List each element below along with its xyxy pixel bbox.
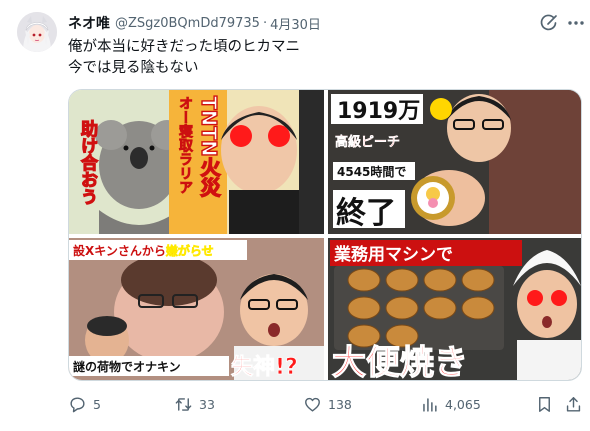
share-icon xyxy=(564,395,589,414)
post-text-line-2: 今では見る陰もない xyxy=(68,60,199,76)
thumb-bl-bottom-big: 失神!? xyxy=(231,354,298,380)
like-button[interactable]: 138 xyxy=(303,393,352,415)
thumbnail-top-right[interactable]: 1919万 高級ピーチ 4545時間で 終了 xyxy=(328,90,582,234)
thumb-tr-hours: 4545時間で xyxy=(337,164,406,179)
repost-icon xyxy=(174,395,199,414)
thumbnail-bottom-right[interactable]: 業務用マシンで 大便焼き xyxy=(328,238,582,381)
more-icon[interactable] xyxy=(566,13,586,33)
thumb-bl-bottom-caption: 謎の荷物でオナキン xyxy=(73,359,181,374)
bookmark-icon xyxy=(535,395,560,414)
thumbnail-top-left[interactable]: 助け合おう オー寝取ラリア TNTN火災 xyxy=(69,90,324,234)
avatar[interactable] xyxy=(17,12,57,52)
share-button[interactable] xyxy=(564,393,589,415)
separator-dot: · xyxy=(262,15,268,31)
author-name[interactable]: ネオ唯 xyxy=(68,13,110,33)
thumb-tr-count: 1919万 xyxy=(337,99,420,124)
thumbnail-bottom-left[interactable]: 設Xキンさんから嫌がらせ 謎の荷物でオナキン 失神!? xyxy=(69,238,324,381)
repost-count: 33 xyxy=(199,396,215,412)
thumb-bl-top-caption: 設Xキンさんから嫌がらせ xyxy=(73,243,214,258)
thumb-bl-top-caption-highlight: 嫌がらせ xyxy=(165,243,214,258)
like-icon xyxy=(303,395,328,414)
thumb-br-banner: 業務用マシンで xyxy=(334,244,453,265)
post-header: ネオ唯 @ZSgz0BQmDd79735 · 4月30日 xyxy=(68,13,321,33)
post-text-line-1: 俺が本当に好きだった頃のヒカマニ xyxy=(68,39,300,55)
repost-button[interactable]: 33 xyxy=(174,393,215,415)
thumb-bl-top-caption-prefix: 設Xキンさんから xyxy=(73,243,166,258)
post-text: 俺が本当に好きだった頃のヒカマニ 今では見る陰もない xyxy=(68,37,300,79)
thumb-tr-big-text: 終了 xyxy=(336,196,396,231)
bookmark-button[interactable] xyxy=(535,393,560,415)
thumb-tl-side-text: 助け合おう xyxy=(77,119,98,205)
reply-button[interactable]: 5 xyxy=(68,393,101,415)
views-icon xyxy=(420,395,445,414)
thumb-br-big-text: 大便焼き xyxy=(332,343,468,381)
post-date[interactable]: 4月30日 xyxy=(270,14,321,33)
like-count: 138 xyxy=(328,396,352,412)
thumb-tl-vertical-title: オー寝取ラリア xyxy=(177,96,193,194)
media-grid[interactable]: 助け合おう オー寝取ラリア TNTN火災 1919万 高級ピーチ 4545時間で… xyxy=(68,89,582,381)
views-count: 4,065 xyxy=(445,396,481,412)
tweet-post[interactable]: ネオ唯 @ZSgz0BQmDd79735 · 4月30日 俺が本当に好きだった頃… xyxy=(0,0,590,431)
reply-count: 5 xyxy=(93,396,101,412)
thumb-tr-subtitle: 高級ピーチ xyxy=(335,134,400,150)
author-handle[interactable]: @ZSgz0BQmDd79735 xyxy=(115,16,260,31)
reply-icon xyxy=(68,395,93,414)
action-bar: 5 33 138 4,065 xyxy=(68,393,582,415)
thumb-tl-vertical-main: TNTN火災 xyxy=(197,96,221,197)
grok-icon[interactable] xyxy=(539,13,559,33)
views-button[interactable]: 4,065 xyxy=(420,393,481,415)
